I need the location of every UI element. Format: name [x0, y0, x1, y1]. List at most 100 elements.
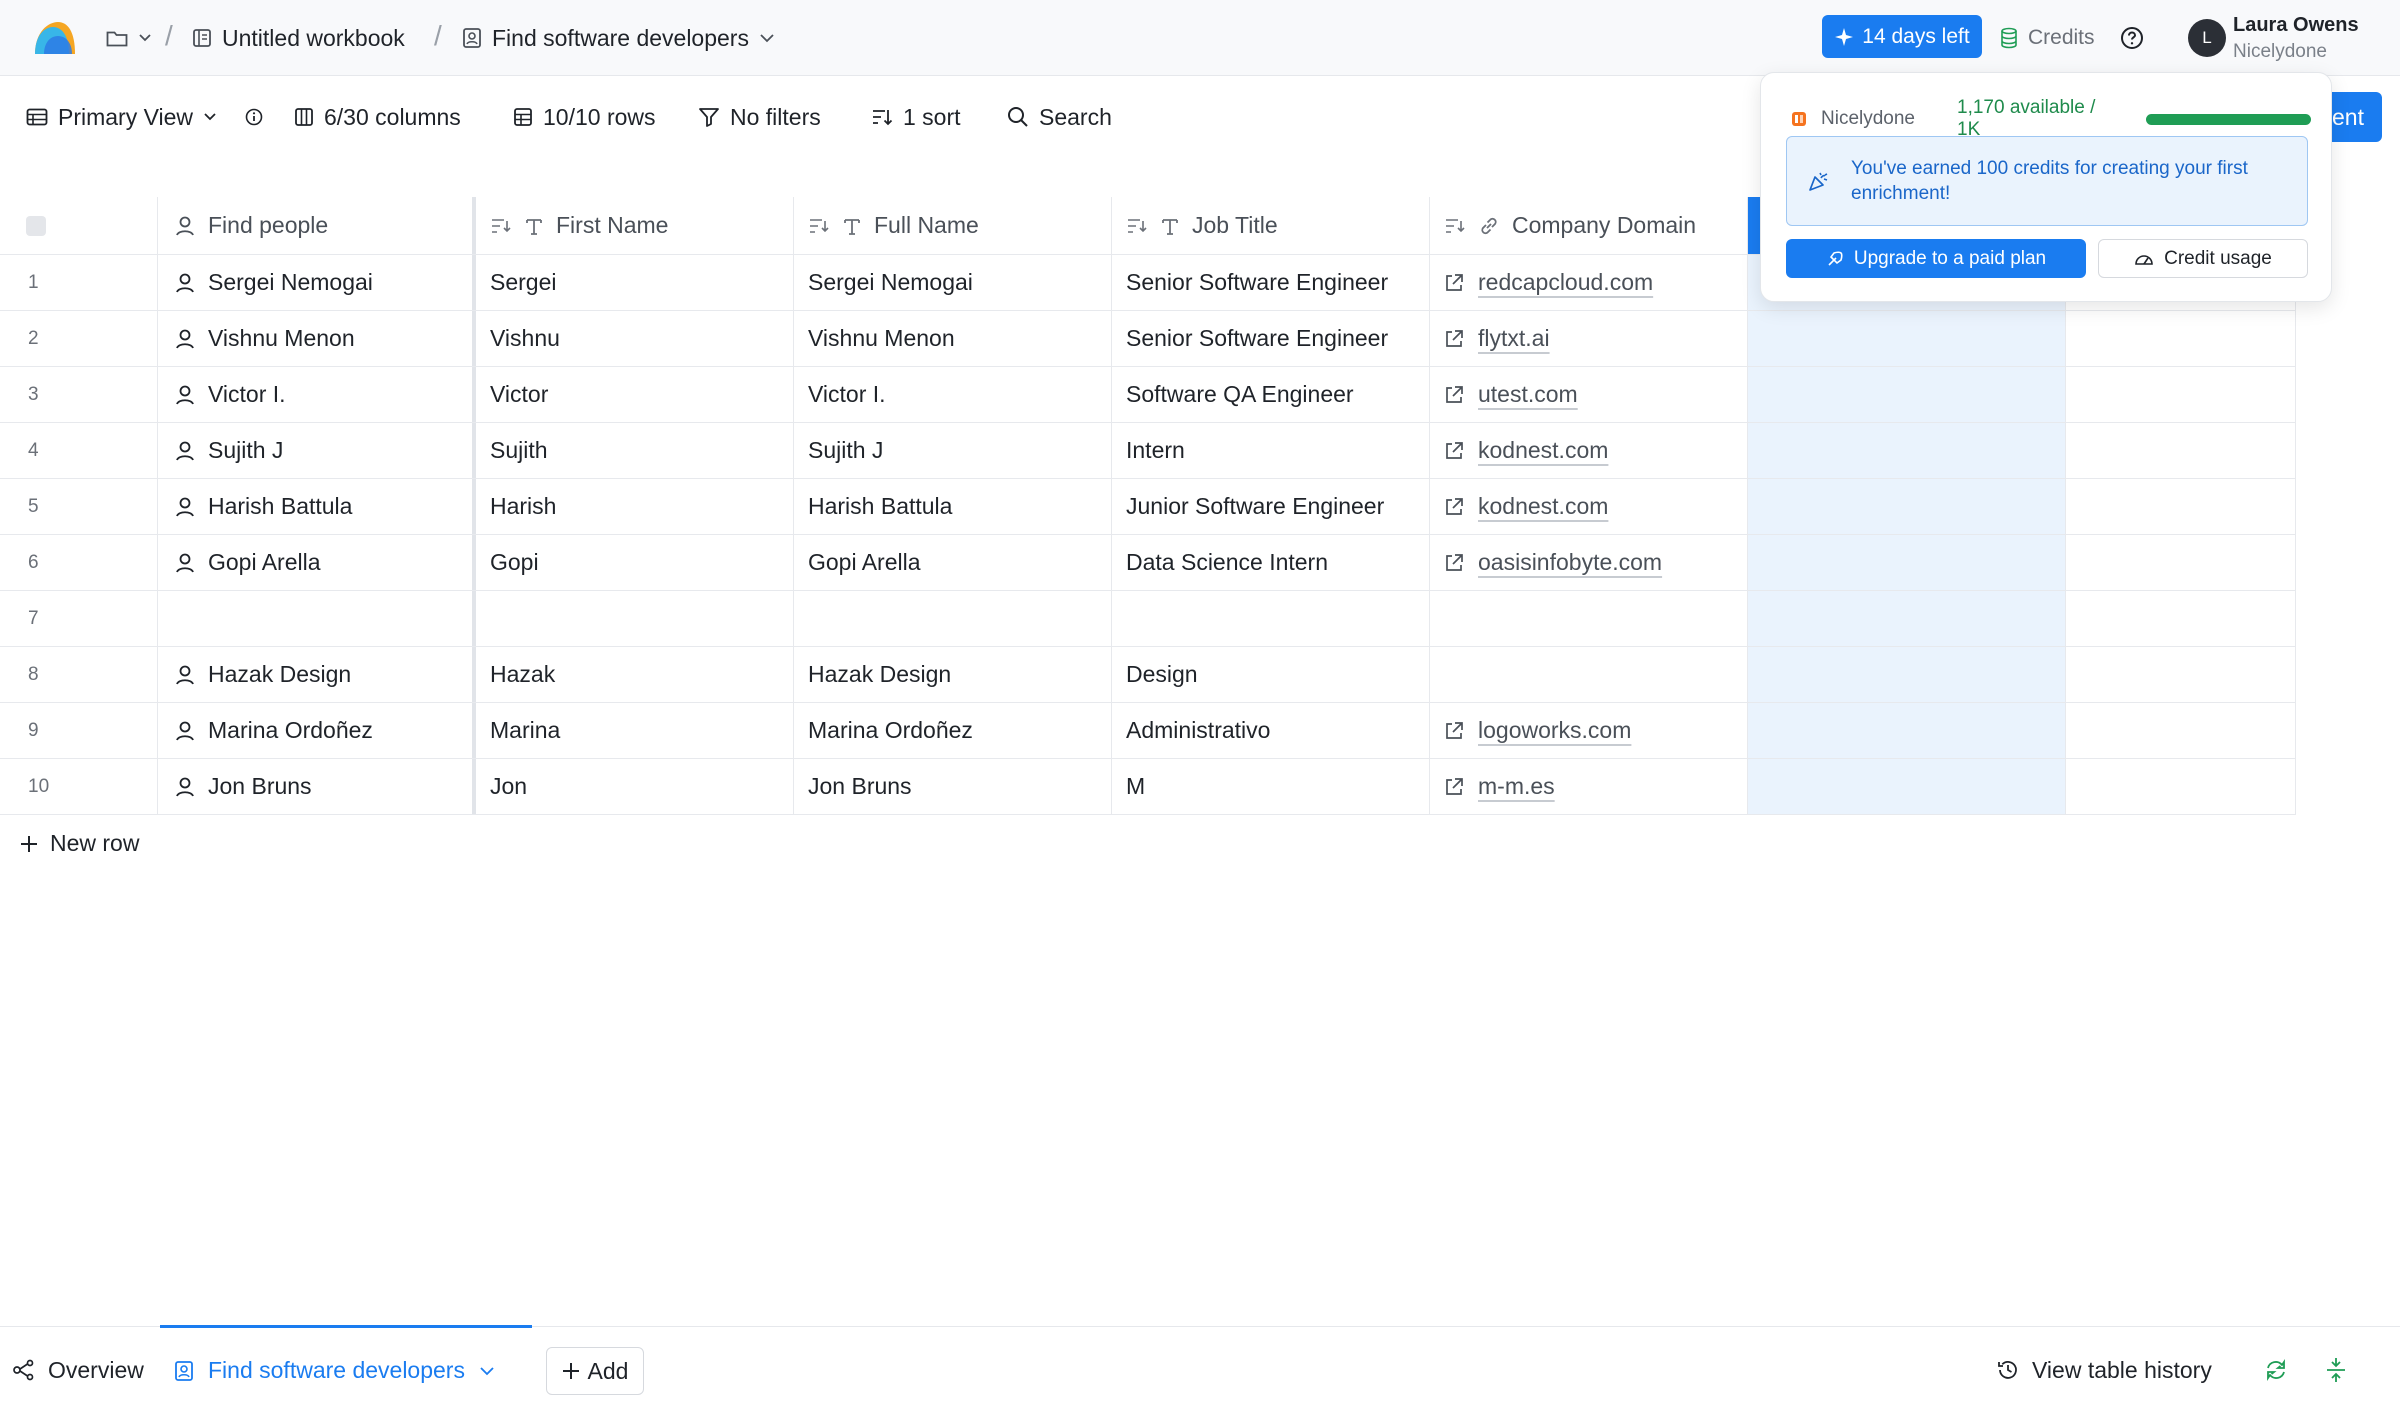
- cell-job-title[interactable]: Senior Software Engineer: [1112, 255, 1430, 310]
- cell-enrichment[interactable]: [1748, 591, 2066, 646]
- rows-button[interactable]: 10/10 rows: [513, 76, 656, 158]
- cell-full-name[interactable]: Harish Battula: [794, 479, 1112, 534]
- cell-full-name[interactable]: Sujith J: [794, 423, 1112, 478]
- company-domain-link[interactable]: utest.com: [1478, 381, 1578, 408]
- trial-days-button[interactable]: 14 days left: [1822, 15, 1982, 58]
- table-row[interactable]: 2 Vishnu Menon Vishnu Vishnu Menon Senior So…: [0, 311, 2296, 367]
- cell-extra[interactable]: [2066, 535, 2296, 590]
- user-menu[interactable]: Laura Owens Nicelydone: [2233, 14, 2359, 63]
- cell-extra[interactable]: [2066, 367, 2296, 422]
- cell-extra[interactable]: [2066, 423, 2296, 478]
- row-number[interactable]: 4: [0, 423, 158, 478]
- cell-job-title[interactable]: Senior Software Engineer: [1112, 311, 1430, 366]
- cell-first-name[interactable]: Victor: [476, 367, 794, 422]
- cell-find-people[interactable]: Jon Bruns: [158, 759, 476, 814]
- cell-first-name[interactable]: [476, 591, 794, 646]
- company-domain-link[interactable]: redcapcloud.com: [1478, 269, 1653, 296]
- row-number[interactable]: 9: [0, 703, 158, 758]
- cell-job-title[interactable]: M: [1112, 759, 1430, 814]
- cell-company-domain[interactable]: redcapcloud.com: [1430, 255, 1748, 310]
- cell-first-name[interactable]: Marina: [476, 703, 794, 758]
- cell-extra[interactable]: [2066, 703, 2296, 758]
- cell-full-name[interactable]: Jon Bruns: [794, 759, 1112, 814]
- cell-find-people[interactable]: Vishnu Menon: [158, 311, 476, 366]
- table-row[interactable]: 8 Hazak Design Hazak Hazak Design Design: [0, 647, 2296, 703]
- cell-job-title[interactable]: Intern: [1112, 423, 1430, 478]
- cell-enrichment[interactable]: [1748, 311, 2066, 366]
- cell-extra[interactable]: [2066, 647, 2296, 702]
- info-icon[interactable]: [245, 76, 263, 158]
- table-row[interactable]: 6 Gopi Arella Gopi Gopi Arella Data Science …: [0, 535, 2296, 591]
- row-number[interactable]: 5: [0, 479, 158, 534]
- cell-full-name[interactable]: Sergei Nemogai: [794, 255, 1112, 310]
- cell-enrichment[interactable]: [1748, 759, 2066, 814]
- cell-first-name[interactable]: Vishnu: [476, 311, 794, 366]
- cell-find-people[interactable]: Hazak Design: [158, 647, 476, 702]
- add-tab-button[interactable]: Add: [546, 1347, 644, 1395]
- header-job-title[interactable]: Job Title: [1112, 197, 1430, 254]
- cell-extra[interactable]: [2066, 479, 2296, 534]
- search-button[interactable]: Search: [1007, 76, 1112, 158]
- avatar[interactable]: L: [2188, 19, 2226, 57]
- table-row[interactable]: 9 Marina Ordoñez Marina Marina Ordoñez Admin…: [0, 703, 2296, 759]
- tab-find-software-developers[interactable]: Find software developers: [160, 1325, 532, 1412]
- header-find-people[interactable]: Find people 3: [158, 197, 476, 254]
- external-link-icon[interactable]: [1444, 329, 1464, 349]
- external-link-icon[interactable]: [1444, 385, 1464, 405]
- cell-enrichment[interactable]: [1748, 703, 2066, 758]
- primary-view-dropdown[interactable]: Primary View: [26, 76, 217, 158]
- cell-company-domain[interactable]: flytxt.ai: [1430, 311, 1748, 366]
- row-number[interactable]: 7: [0, 591, 158, 646]
- row-number[interactable]: 10: [0, 759, 158, 814]
- cell-enrichment[interactable]: [1748, 647, 2066, 702]
- external-link-icon[interactable]: [1444, 721, 1464, 741]
- company-domain-link[interactable]: m-m.es: [1478, 773, 1555, 800]
- header-first-name[interactable]: First Name: [476, 197, 794, 254]
- cell-full-name[interactable]: Victor I.: [794, 367, 1112, 422]
- table-row[interactable]: 7: [0, 591, 2296, 647]
- external-link-icon[interactable]: [1444, 777, 1464, 797]
- row-number[interactable]: 3: [0, 367, 158, 422]
- sort-button[interactable]: 1 sort: [871, 76, 961, 158]
- cell-enrichment[interactable]: [1748, 479, 2066, 534]
- cell-company-domain[interactable]: [1430, 647, 1748, 702]
- cell-job-title[interactable]: Administrativo: [1112, 703, 1430, 758]
- cell-extra[interactable]: [2066, 759, 2296, 814]
- cell-find-people[interactable]: Marina Ordoñez: [158, 703, 476, 758]
- cell-extra[interactable]: [2066, 591, 2296, 646]
- cell-full-name[interactable]: Vishnu Menon: [794, 311, 1112, 366]
- external-link-icon[interactable]: [1444, 497, 1464, 517]
- table-row[interactable]: 5 Harish Battula Harish Harish Battula Junio…: [0, 479, 2296, 535]
- cell-first-name[interactable]: Sujith: [476, 423, 794, 478]
- cell-enrichment[interactable]: [1748, 535, 2066, 590]
- cell-job-title[interactable]: [1112, 591, 1430, 646]
- help-icon[interactable]: [2119, 25, 2145, 51]
- view-table-history-button[interactable]: View table history: [1996, 1327, 2212, 1412]
- table-row[interactable]: 3 Victor I. Victor Victor I. Software QA Eng…: [0, 367, 2296, 423]
- cell-find-people[interactable]: Victor I.: [158, 367, 476, 422]
- row-number[interactable]: 1: [0, 255, 158, 310]
- cell-job-title[interactable]: Software QA Engineer: [1112, 367, 1430, 422]
- cell-company-domain[interactable]: oasisinfobyte.com: [1430, 535, 1748, 590]
- cell-company-domain[interactable]: [1430, 591, 1748, 646]
- row-number[interactable]: 8: [0, 647, 158, 702]
- app-logo-icon[interactable]: [32, 18, 78, 56]
- row-number[interactable]: 2: [0, 311, 158, 366]
- cell-first-name[interactable]: Jon: [476, 759, 794, 814]
- company-domain-link[interactable]: kodnest.com: [1478, 437, 1608, 464]
- credit-usage-button[interactable]: Credit usage: [2098, 239, 2308, 278]
- cell-company-domain[interactable]: kodnest.com: [1430, 479, 1748, 534]
- cell-first-name[interactable]: Sergei: [476, 255, 794, 310]
- company-domain-link[interactable]: oasisinfobyte.com: [1478, 549, 1662, 576]
- company-domain-link[interactable]: logoworks.com: [1478, 717, 1631, 744]
- overview-tab[interactable]: Overview: [12, 1327, 144, 1412]
- company-domain-link[interactable]: kodnest.com: [1478, 493, 1608, 520]
- cell-enrichment[interactable]: [1748, 367, 2066, 422]
- cell-full-name[interactable]: Marina Ordoñez: [794, 703, 1112, 758]
- breadcrumb-table[interactable]: Find software developers: [462, 0, 775, 76]
- cell-first-name[interactable]: Harish: [476, 479, 794, 534]
- cell-find-people[interactable]: Harish Battula: [158, 479, 476, 534]
- cell-company-domain[interactable]: m-m.es: [1430, 759, 1748, 814]
- cell-job-title[interactable]: Junior Software Engineer: [1112, 479, 1430, 534]
- table-row[interactable]: 10 Jon Bruns Jon Jon Bruns Mm-m.es: [0, 759, 2296, 815]
